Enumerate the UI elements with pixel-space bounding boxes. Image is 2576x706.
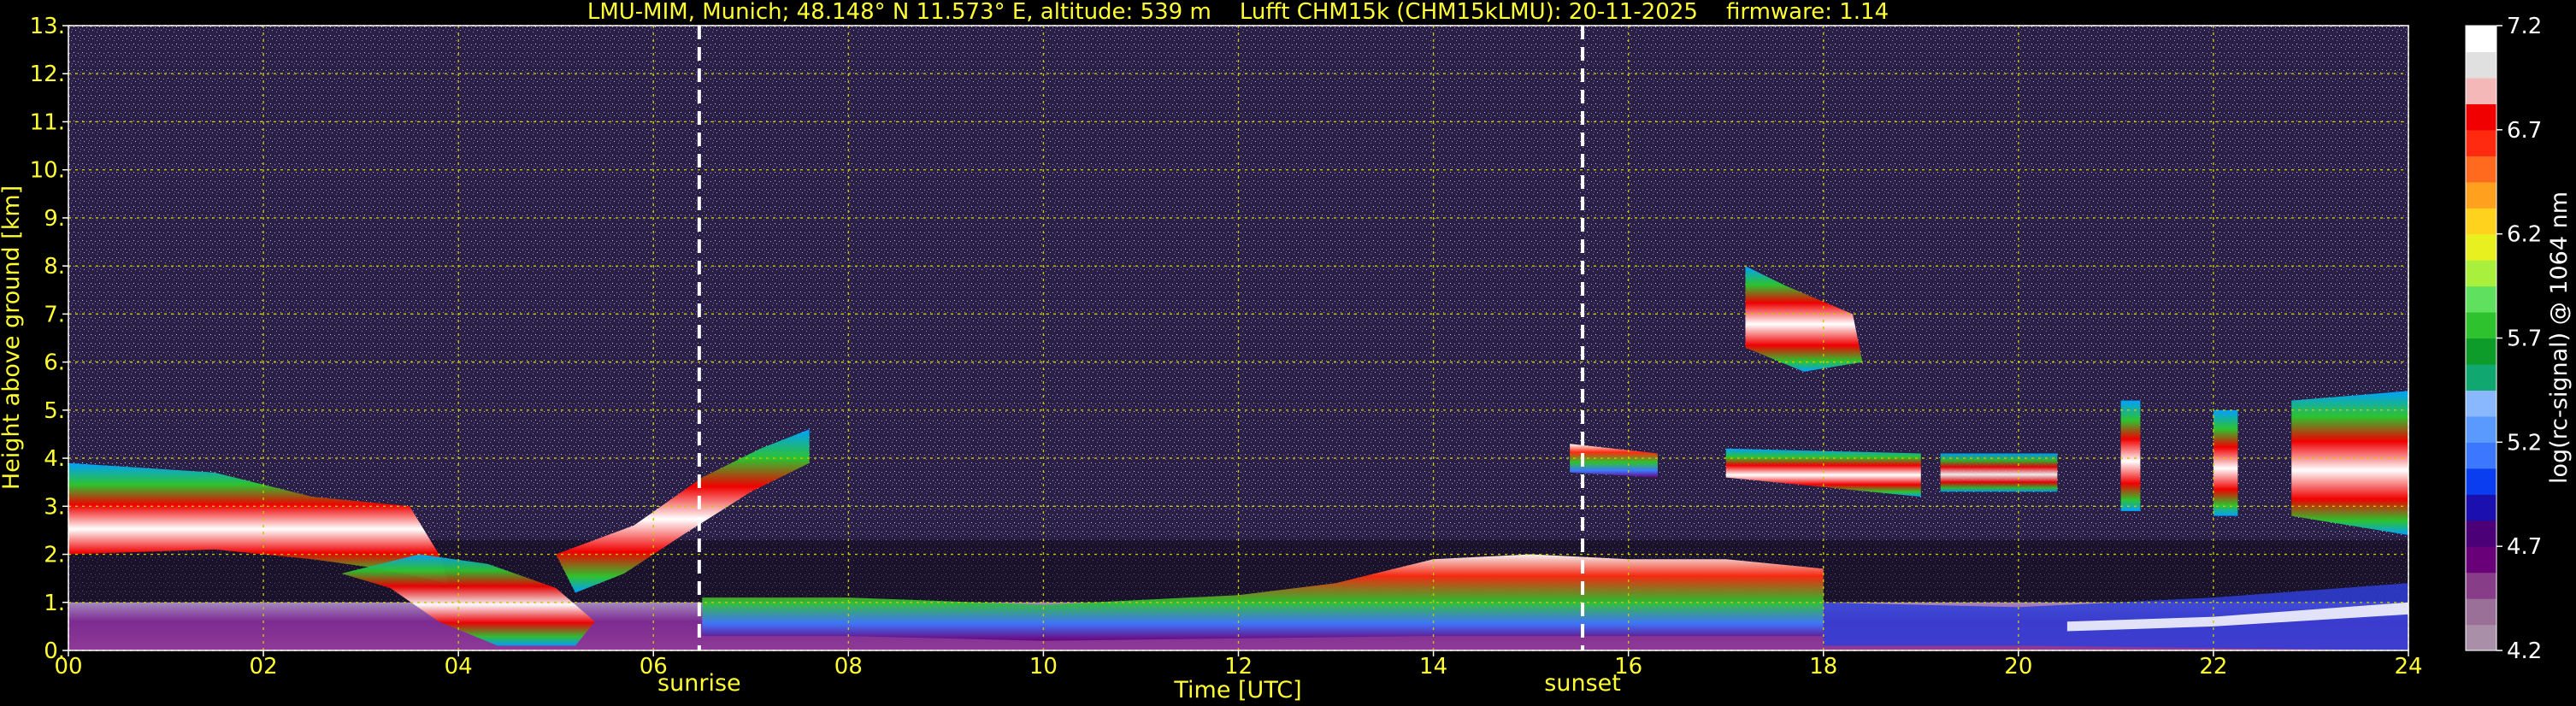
y-tick-label: 0. [44, 638, 65, 664]
colorbar-tick-label: 5.7 [2507, 327, 2542, 352]
y-tick-label: 10. [30, 158, 65, 184]
colorbar-segment [2466, 181, 2496, 209]
x-tick-label: 12 [1224, 654, 1253, 680]
y-tick-label: 8. [44, 254, 65, 279]
colorbar-segment [2466, 260, 2496, 287]
x-tick-label: 18 [1809, 654, 1837, 680]
x-tick-label: 20 [2004, 654, 2032, 680]
colorbar-segment [2466, 103, 2496, 131]
y-tick-label: 7. [44, 302, 65, 327]
lidar-ceilometer-chart: sunrise sunset 00 02 04 06 08 10 12 14 16 18 20 22 24… [0, 0, 2573, 703]
colorbar-label: log(rc-signal) @ 1064 nm [2546, 191, 2573, 484]
y-tick-label: 3. [44, 494, 65, 520]
colorbar-tick-label: 6.7 [2507, 118, 2542, 144]
x-tick-label: 10 [1029, 654, 1058, 680]
colorbar-segment [2466, 156, 2496, 183]
colorbar-tick-label: 5.2 [2507, 430, 2542, 456]
x-tick-label: 24 [2394, 654, 2422, 680]
colorbar-segment [2466, 390, 2496, 417]
layer-virga-b [2213, 409, 2238, 516]
colorbar-tick-label: 4.7 [2507, 534, 2542, 560]
colorbar: 4.2 4.7 5.2 5.7 6.2 6.7 7.2 [2465, 14, 2542, 664]
x-tick-label: 08 [834, 654, 863, 680]
y-tick-label: 9. [44, 206, 65, 232]
colorbar-segment [2466, 468, 2496, 495]
colorbar-segment [2466, 233, 2496, 261]
y-axis-label: Height above ground [km] [0, 185, 25, 490]
colorbar-segment [2466, 129, 2496, 156]
annotation-label-sunrise: sunrise [657, 670, 741, 697]
colorbar-segment [2466, 520, 2496, 547]
y-tick-label: 2. [44, 543, 65, 568]
y-tick-label: 4. [44, 446, 65, 472]
layer-midlevel-cloud-d [2291, 391, 2408, 535]
y-tick-label: 11. [30, 109, 65, 135]
colorbar-segment [2466, 338, 2496, 365]
layer-midlevel-cloud-c [1940, 453, 2058, 492]
colorbar-segment [2466, 442, 2496, 469]
colorbar-tick-label: 7.2 [2507, 14, 2542, 39]
colorbar-segment [2466, 208, 2496, 235]
y-tick-label: 6. [44, 350, 65, 376]
colorbar-segment [2466, 77, 2496, 104]
colorbar-segment [2466, 26, 2496, 53]
chart-title: LMU-MIM, Munich; 48.148° N 11.573° E, al… [587, 0, 1889, 25]
x-tick-label: 04 [445, 654, 473, 680]
annotation-label-sunset: sunset [1544, 670, 1621, 697]
y-tick-label: 1. [44, 591, 65, 616]
y-axis: 0. 1. 2. 3. 4. 5. 6. 7. 8. 9. 10. 11. 12. 13. [30, 14, 68, 664]
colorbar-segment [2466, 415, 2496, 443]
x-tick-label: 14 [1419, 654, 1447, 680]
x-tick-label: 06 [640, 654, 668, 680]
colorbar-tick-label: 6.2 [2507, 222, 2542, 248]
y-tick-label: 13. [30, 14, 65, 39]
layer-virga-a [2120, 400, 2141, 511]
colorbar-segment [2466, 598, 2496, 626]
colorbar-segment [2466, 494, 2496, 521]
colorbar-segment [2466, 312, 2496, 339]
colorbar-segment [2466, 572, 2496, 599]
colorbar-segment [2466, 624, 2496, 651]
x-tick-label: 02 [250, 654, 278, 680]
y-tick-label: 12. [30, 62, 65, 87]
x-axis: 00 02 04 06 08 10 12 14 16 18 20 22 24 [54, 650, 2423, 680]
x-axis-label: Time [UTC] [1173, 677, 1301, 703]
colorbar-segment [2466, 51, 2496, 79]
x-tick-label: 16 [1614, 654, 1642, 680]
x-tick-label: 22 [2199, 654, 2227, 680]
colorbar-segment [2466, 363, 2496, 391]
y-tick-label: 5. [44, 398, 65, 424]
colorbar-segment [2466, 546, 2496, 574]
colorbar-tick-label: 4.2 [2507, 638, 2542, 664]
colorbar-segment [2466, 285, 2496, 313]
